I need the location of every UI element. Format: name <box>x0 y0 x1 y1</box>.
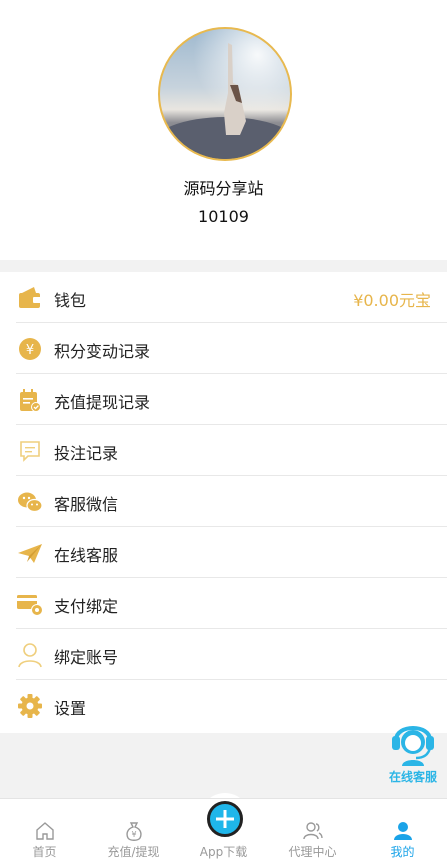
bet-records-label: 投注记录 <box>54 444 119 463</box>
service-wechat-label: 客服微信 <box>54 495 119 514</box>
paper-plane-icon <box>18 544 42 563</box>
recharge-records-label: 充值提现记录 <box>54 393 151 412</box>
menu-item-service-wechat[interactable]: 客服微信 <box>0 476 447 527</box>
menu-item-settings[interactable]: 设置 <box>0 680 447 731</box>
menu-item-payment-binding[interactable]: 支付绑定 <box>0 578 447 629</box>
menu-item-wallet[interactable]: 钱包 ¥0.00元宝 <box>0 272 447 323</box>
app-download-plus-button[interactable] <box>207 801 243 837</box>
tab-agent-center[interactable]: 代理中心 <box>268 799 357 867</box>
floating-service-label: 在线客服 <box>388 770 437 784</box>
message-icon <box>20 441 40 462</box>
user-id: 10109 <box>198 207 249 226</box>
money-bag-icon: ¥ <box>126 822 142 841</box>
nickname: 源码分享站 <box>183 179 264 198</box>
yen-coin-icon: ¥ <box>19 338 41 360</box>
svg-text:¥: ¥ <box>26 343 34 358</box>
tab-agent-center-label: 代理中心 <box>288 845 337 859</box>
headset-icon <box>392 726 434 766</box>
menu-item-bind-account[interactable]: 绑定账号 <box>0 629 447 680</box>
tab-home-label: 首页 <box>32 845 57 859</box>
payment-binding-label: 支付绑定 <box>54 597 119 616</box>
menu-item-points-records[interactable]: ¥ 积分变动记录 <box>0 323 447 374</box>
tab-mine-label: 我的 <box>390 845 415 859</box>
svg-text:¥: ¥ <box>131 830 136 839</box>
tab-recharge[interactable]: ¥ 充值/提现 <box>89 799 178 867</box>
points-records-label: 积分变动记录 <box>54 342 151 361</box>
menu-item-recharge-records[interactable]: 充值提现记录 <box>0 374 447 425</box>
avatar-figure <box>224 43 246 135</box>
wechat-icon <box>18 492 43 513</box>
tab-mine[interactable]: 我的 <box>358 799 447 867</box>
wallet-label: 钱包 <box>54 291 87 310</box>
profile-header: 源码分享站 10109 <box>0 0 447 260</box>
plus-icon <box>216 810 234 828</box>
wallet-icon <box>19 287 41 308</box>
wallet-balance: ¥0.00元宝 <box>353 291 431 310</box>
home-icon <box>36 822 54 840</box>
online-service-label: 在线客服 <box>54 546 119 565</box>
bind-account-label: 绑定账号 <box>54 648 119 667</box>
users-icon <box>303 822 323 840</box>
menu-item-bet-records[interactable]: 投注记录 <box>0 425 447 476</box>
tab-app-download-label: App下载 <box>199 845 248 859</box>
gear-icon <box>18 694 42 718</box>
settings-label: 设置 <box>54 699 87 718</box>
calendar-check-icon <box>20 389 41 412</box>
tab-home[interactable]: 首页 <box>0 799 89 867</box>
user-icon <box>18 643 42 668</box>
card-gear-icon <box>17 595 43 616</box>
menu-list: 钱包 ¥0.00元宝 ¥ 积分变动记录 充值提现记录 投注记录 客服微信 在线客… <box>0 272 447 733</box>
avatar[interactable] <box>158 27 292 161</box>
person-icon <box>394 822 412 840</box>
menu-item-online-service[interactable]: 在线客服 <box>0 527 447 578</box>
floating-service-button[interactable]: 在线客服 <box>382 712 444 790</box>
tab-recharge-label: 充值/提现 <box>107 845 160 859</box>
